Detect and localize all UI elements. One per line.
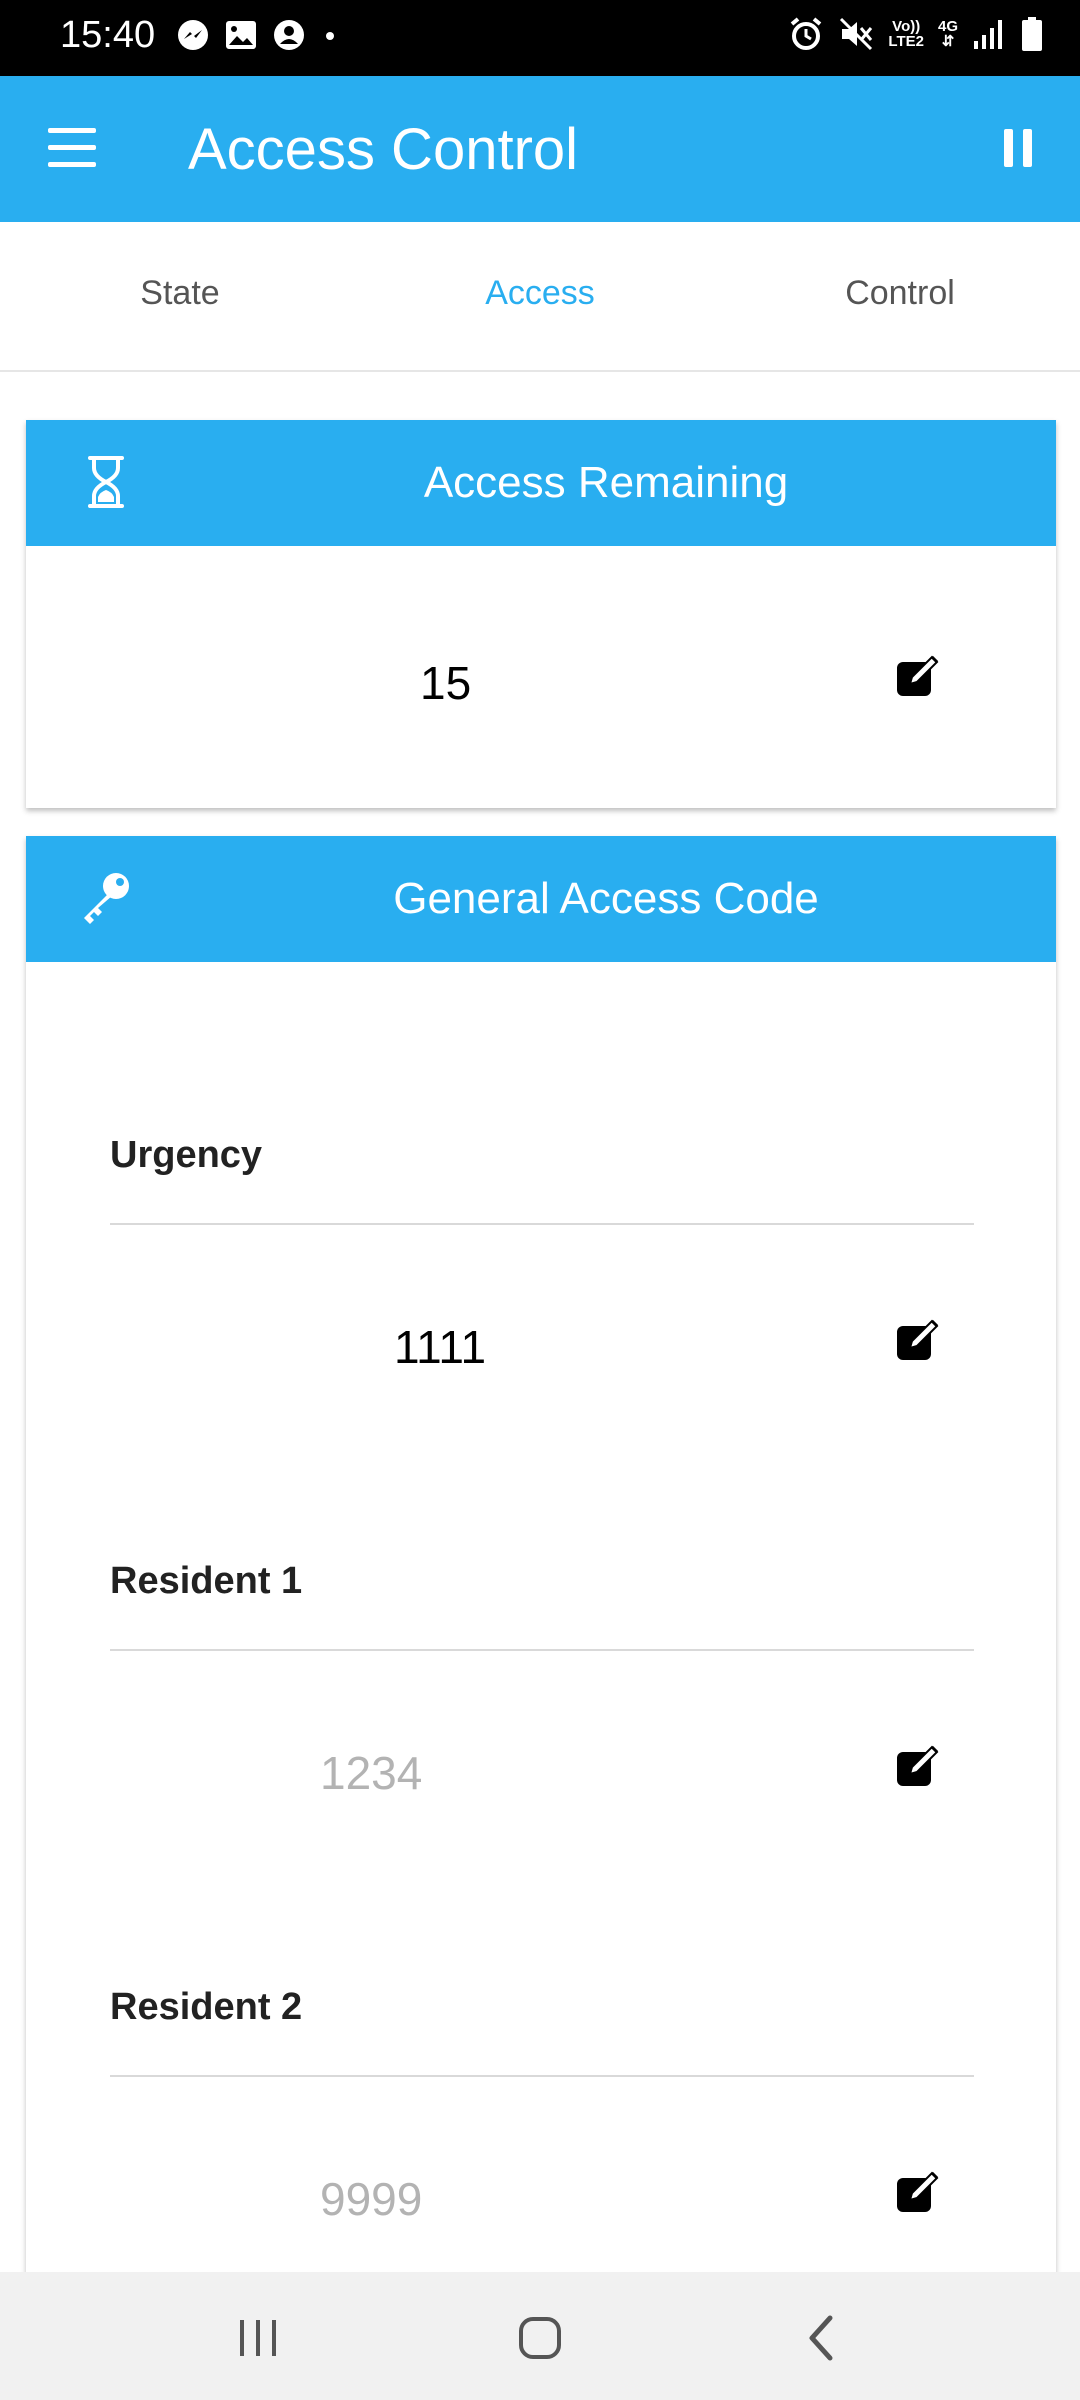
messenger-icon	[178, 20, 208, 50]
resident-1-value[interactable]: 1234	[320, 1746, 422, 1800]
urgency-value[interactable]: 1111	[394, 1320, 486, 1374]
urgency-label: Urgency	[110, 1134, 263, 1176]
signal-icon	[974, 20, 1002, 49]
volte-icon: Vo)) LTE2	[888, 18, 924, 50]
alarm-icon	[791, 17, 822, 50]
card-header: Access Remaining	[26, 420, 1056, 546]
edit-icon[interactable]	[894, 1316, 942, 1364]
resident-1-label: Resident 1	[110, 1560, 303, 1602]
card-title: Access Remaining	[423, 458, 789, 507]
field-divider	[110, 2075, 974, 2077]
image-icon	[226, 21, 256, 49]
resident-1-row[interactable]: 1234	[26, 1732, 1056, 1812]
pause-icon[interactable]	[1004, 129, 1032, 167]
access-remaining-card: Access Remaining 15	[26, 420, 1056, 808]
urgency-row[interactable]: 1111	[26, 1306, 1056, 1386]
tab-state[interactable]: State	[0, 274, 360, 313]
tab-bar: State Access Control	[0, 222, 1080, 372]
tab-control[interactable]: Control	[720, 274, 1080, 313]
app-title: Access Control	[188, 117, 579, 182]
general-access-code-card: General Access Code Urgency 1111 Residen…	[26, 836, 1056, 2316]
edit-icon[interactable]	[894, 652, 942, 700]
account-circle-icon	[274, 20, 304, 50]
tab-access[interactable]: Access	[360, 274, 720, 313]
field-divider	[110, 1649, 974, 1651]
dot-icon	[326, 32, 334, 40]
status-bar: 15:40 Vo)) LTE2 4G ⇵	[0, 0, 1080, 76]
field-divider	[110, 1223, 974, 1225]
status-time: 15:40	[60, 14, 156, 56]
edit-icon[interactable]	[894, 2168, 942, 2216]
back-icon[interactable]	[792, 2308, 852, 2368]
access-remaining-row: 15	[26, 642, 1056, 722]
menu-icon[interactable]	[48, 128, 96, 168]
recent-apps-icon[interactable]	[228, 2308, 288, 2368]
resident-2-row[interactable]: 9999	[26, 2158, 1056, 2238]
resident-2-value[interactable]: 9999	[320, 2172, 422, 2226]
battery-icon	[1022, 17, 1042, 51]
home-icon[interactable]	[510, 2308, 570, 2368]
resident-2-label: Resident 2	[110, 1986, 303, 2028]
card-header: General Access Code	[26, 836, 1056, 962]
network-4g-icon: 4G ⇵	[937, 18, 958, 50]
navigation-bar	[0, 2272, 1080, 2400]
edit-icon[interactable]	[894, 1742, 942, 1790]
mute-icon	[840, 17, 873, 51]
app-bar: Access Control	[0, 76, 1080, 222]
access-remaining-value: 15	[420, 657, 472, 709]
card-title: General Access Code	[393, 874, 819, 923]
